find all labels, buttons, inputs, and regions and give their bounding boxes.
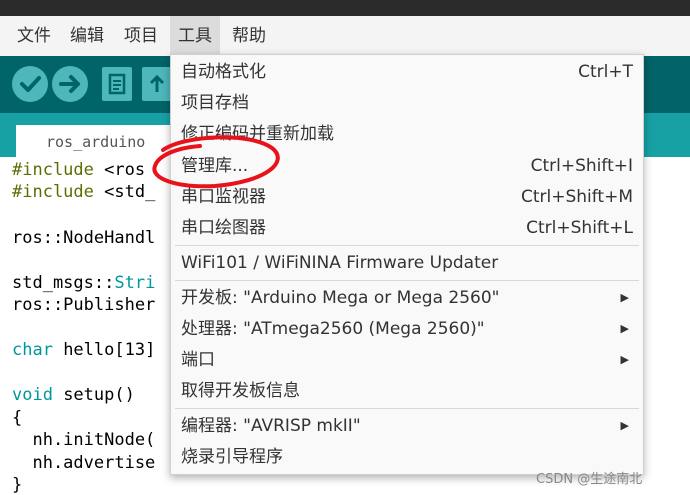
watermark: CSDN @生途南北 (536, 472, 643, 487)
red-circle-annotation (152, 135, 280, 189)
